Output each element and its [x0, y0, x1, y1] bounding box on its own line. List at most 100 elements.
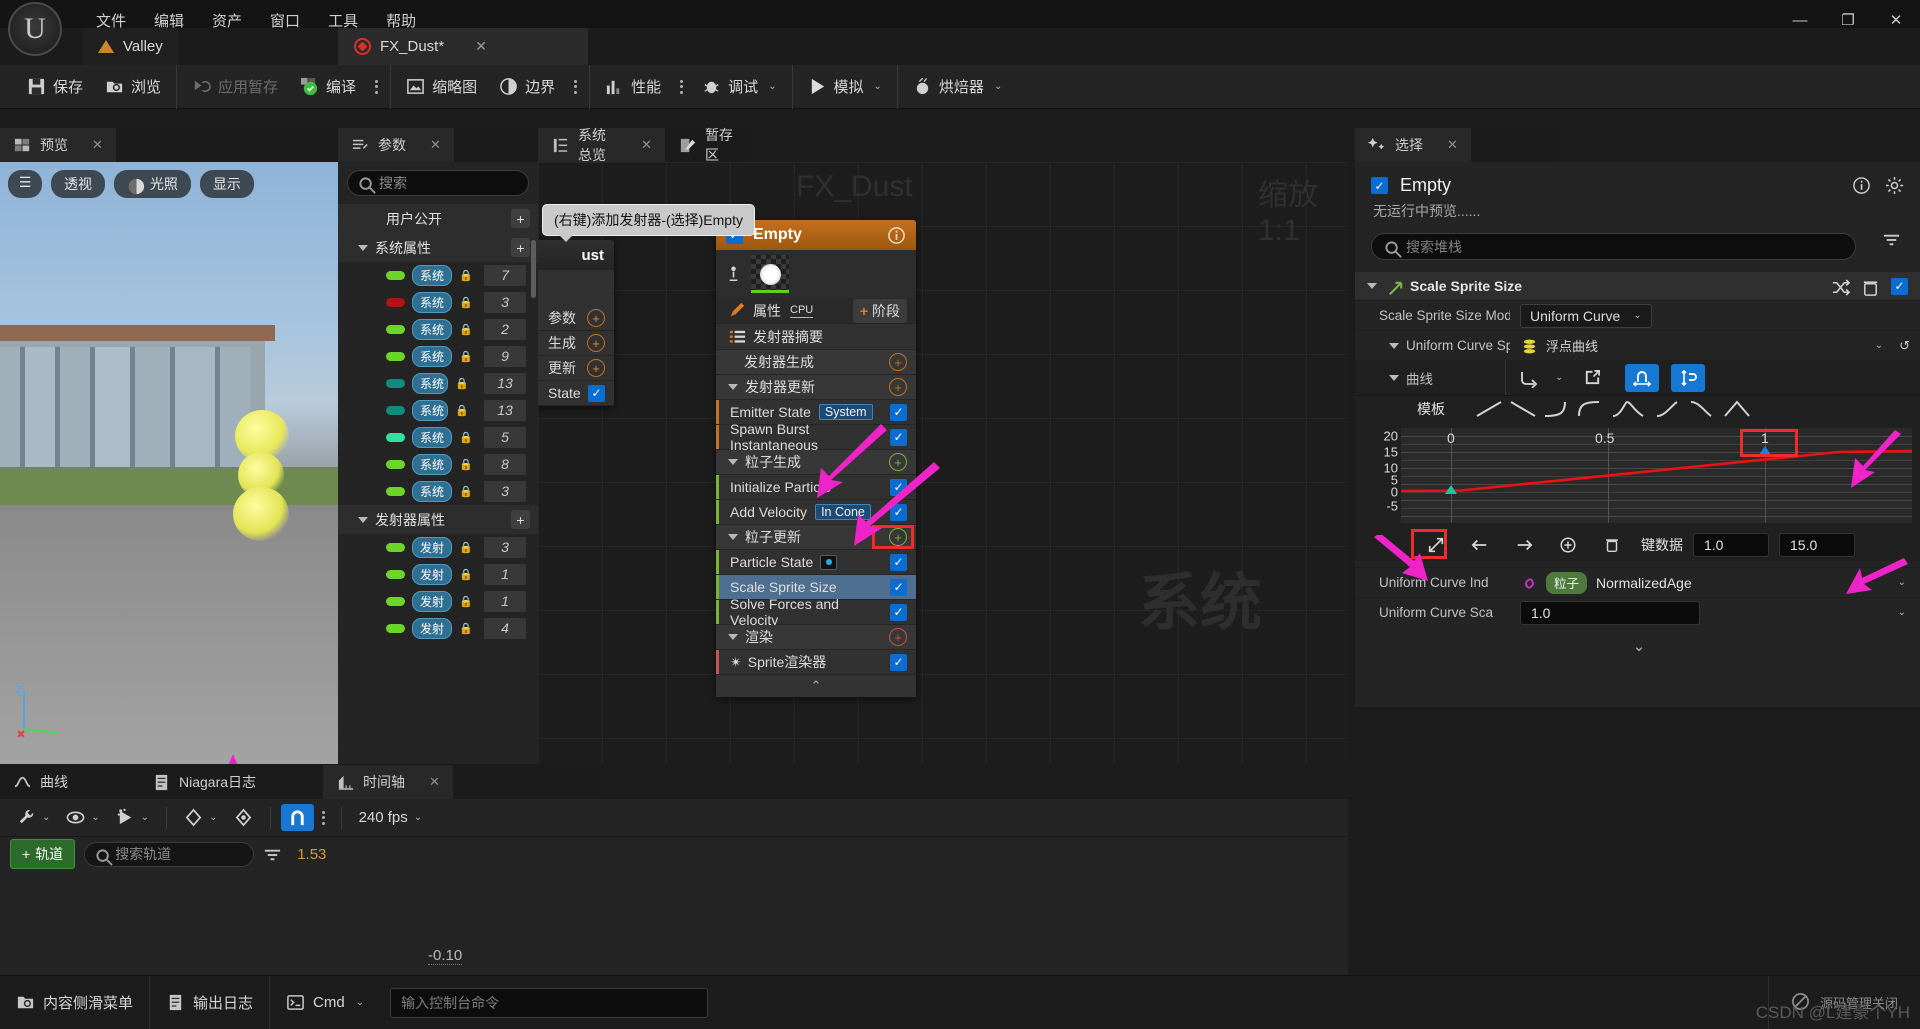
chevron-down-icon[interactable] — [1389, 342, 1399, 349]
system-parameter-row[interactable]: 系统 🔒 2 — [338, 316, 538, 343]
add-module-button[interactable]: + — [889, 628, 907, 646]
tab-scratch-pad[interactable]: 暂存区 — [665, 127, 750, 163]
add-key-icon[interactable] — [1551, 531, 1585, 559]
curve-key-0[interactable] — [1445, 485, 1457, 494]
add-module-button[interactable]: + — [889, 378, 907, 396]
add-icon[interactable]: + — [587, 309, 605, 327]
chevron-down-icon[interactable] — [728, 634, 738, 640]
system-parameter-row[interactable]: 系统 🔒 9 — [338, 343, 538, 370]
scale-sprite-size-mode-dropdown[interactable]: Uniform Curve ⌄ — [1520, 303, 1652, 328]
parameter-value[interactable]: 8 — [484, 454, 526, 475]
emitter-node-empty[interactable]: Empty 属性 CPU + 阶段 发射 — [716, 220, 916, 697]
visibility-menu-button[interactable]: ⌄ — [59, 804, 106, 831]
delete-key-icon[interactable] — [1595, 531, 1629, 559]
parameter-value[interactable]: 2 — [484, 319, 526, 340]
debug-button[interactable]: 调试 ⌄ — [691, 71, 787, 102]
browse-button[interactable]: 浏览 — [94, 71, 172, 102]
add-user-parameter-button[interactable]: + — [511, 209, 530, 228]
performance-button[interactable]: 性能 — [594, 71, 672, 102]
stack-module-sprite-[interactable]: ✴ Sprite渲染器 — [716, 650, 916, 675]
perspective-button[interactable]: 透视 — [51, 170, 105, 198]
close-icon[interactable]: ✕ — [641, 137, 652, 153]
chevron-down-icon[interactable]: ⌄ — [1898, 607, 1906, 618]
content-drawer-button[interactable]: 内容侧滑菜单 — [0, 975, 151, 1029]
system-parameter-row[interactable]: 系统 🔒 5 — [338, 424, 538, 451]
module-enabled-checkbox[interactable] — [890, 503, 907, 521]
fps-dropdown[interactable]: 240 fps ⌄ — [352, 805, 430, 830]
tab-preview[interactable]: 预览 ✕ — [0, 128, 116, 162]
apply-scratch-button[interactable]: 应用暂存 — [181, 71, 289, 102]
emitter-properties-label[interactable]: 属性 — [753, 301, 781, 321]
bounds-button[interactable]: 边界 — [488, 71, 566, 102]
add-module-button[interactable]: + — [889, 353, 907, 371]
add-emitter-parameter-button[interactable]: + — [511, 510, 530, 529]
chevron-down-icon[interactable]: ⌄ — [768, 81, 776, 92]
tab-selection[interactable]: 选择 ✕ — [1355, 128, 1471, 162]
effects-menu-button[interactable]: ⌄ — [109, 804, 156, 831]
key-interp-menu-button[interactable]: ⌄ — [177, 804, 224, 831]
module-enabled-checkbox[interactable] — [890, 478, 907, 496]
parameters-search-input[interactable]: 搜索 — [347, 170, 529, 196]
console-command-input[interactable]: 输入控制台命令 — [390, 987, 709, 1018]
stack-group-particle-update[interactable]: 粒子更新 + — [716, 525, 916, 550]
chevron-down-icon[interactable] — [1367, 283, 1377, 289]
chevron-down-icon[interactable]: ⌄ — [1875, 340, 1883, 351]
add-system-parameter-button[interactable]: + — [511, 238, 530, 257]
module-enabled-checkbox[interactable] — [890, 653, 907, 671]
parameter-value[interactable]: 1 — [484, 591, 526, 612]
section-user-exposed[interactable]: 用户公开 + — [338, 204, 538, 233]
viewport-menu-button[interactable]: ☰ — [8, 170, 42, 198]
stack-group-render[interactable]: 渲染 + — [716, 625, 916, 650]
stack-group-particle-spawn[interactable]: 粒子生成 + — [716, 450, 916, 475]
chevron-down-icon[interactable]: ⌄ — [874, 81, 882, 92]
collapse-node-button[interactable]: ⌃ — [716, 675, 916, 697]
system-parameter-row[interactable]: 系统 🔒 3 — [338, 478, 538, 505]
parameter-value[interactable]: 9 — [484, 346, 526, 367]
selection-enabled-checkbox[interactable] — [1371, 177, 1388, 194]
next-key-icon[interactable] — [1507, 531, 1541, 559]
chevron-down-icon[interactable] — [728, 384, 738, 390]
parameter-value[interactable]: 5 — [484, 427, 526, 448]
module-enabled-checkbox[interactable] — [890, 403, 907, 421]
filter-icon[interactable] — [1882, 230, 1904, 252]
info-icon[interactable] — [887, 226, 906, 245]
system-node-partial[interactable]: ust 参数 + 生成 + 更新 + State — [538, 240, 614, 406]
module-header-scale-sprite-size[interactable]: Scale Sprite Size — [1355, 272, 1920, 300]
output-log-button[interactable]: 输出日志 — [150, 975, 271, 1029]
partial-row-state-checkbox[interactable] — [588, 384, 605, 402]
curve-templates[interactable] — [1473, 398, 1773, 420]
system-parameter-row[interactable]: 系统 🔒 8 — [338, 451, 538, 478]
tab-system-overview[interactable]: 系统总览 ✕ — [538, 127, 665, 163]
show-button[interactable]: 显示 — [199, 170, 254, 198]
stack-group-emitter-update[interactable]: 发射器更新 + — [716, 375, 916, 400]
parameter-value[interactable]: 7 — [484, 265, 526, 286]
compile-overflow-icon[interactable] — [367, 79, 386, 94]
parameter-value[interactable]: 13 — [484, 400, 526, 421]
chevron-down-icon[interactable]: ⌄ — [1555, 372, 1563, 383]
popout-icon[interactable] — [1575, 364, 1609, 392]
trash-icon[interactable] — [1861, 278, 1878, 296]
module-enabled-checkbox[interactable] — [1891, 277, 1908, 295]
module-enabled-checkbox[interactable] — [890, 578, 907, 596]
snap-toggle-button[interactable] — [280, 804, 314, 831]
add-track-button[interactable]: + 轨道 — [10, 839, 76, 869]
close-icon[interactable]: ✕ — [429, 774, 440, 790]
parameter-value[interactable]: 3 — [484, 292, 526, 313]
sprite-thumbnail[interactable] — [751, 255, 789, 293]
wrench-menu-button[interactable]: ⌄ — [10, 804, 57, 831]
system-parameter-row[interactable]: 系统 🔒 7 — [338, 262, 538, 289]
stack-module-spawn-burst-instantaneous[interactable]: Spawn Burst Instantaneous — [716, 421, 916, 453]
chevron-down-icon[interactable] — [728, 534, 738, 540]
close-icon[interactable]: ✕ — [92, 137, 103, 153]
tab-parameters[interactable]: 参数 ✕ — [338, 128, 454, 162]
close-icon[interactable]: ✕ — [1447, 137, 1458, 153]
uniform-curve-scale-input[interactable]: 1.0 — [1520, 600, 1700, 625]
compile-button[interactable]: 编译 — [289, 71, 367, 102]
system-parameter-row[interactable]: 系统 🔒 13 — [338, 397, 538, 424]
curve-graph[interactable]: 20 15 10 5 0 -5 0 0.5 1 — [1384, 428, 1912, 523]
chevron-down-icon[interactable] — [728, 459, 738, 465]
gear-icon[interactable] — [1885, 176, 1904, 195]
close-icon[interactable]: ✕ — [430, 137, 441, 153]
chevron-down-icon[interactable] — [358, 516, 368, 523]
info-icon[interactable] — [1852, 176, 1871, 195]
